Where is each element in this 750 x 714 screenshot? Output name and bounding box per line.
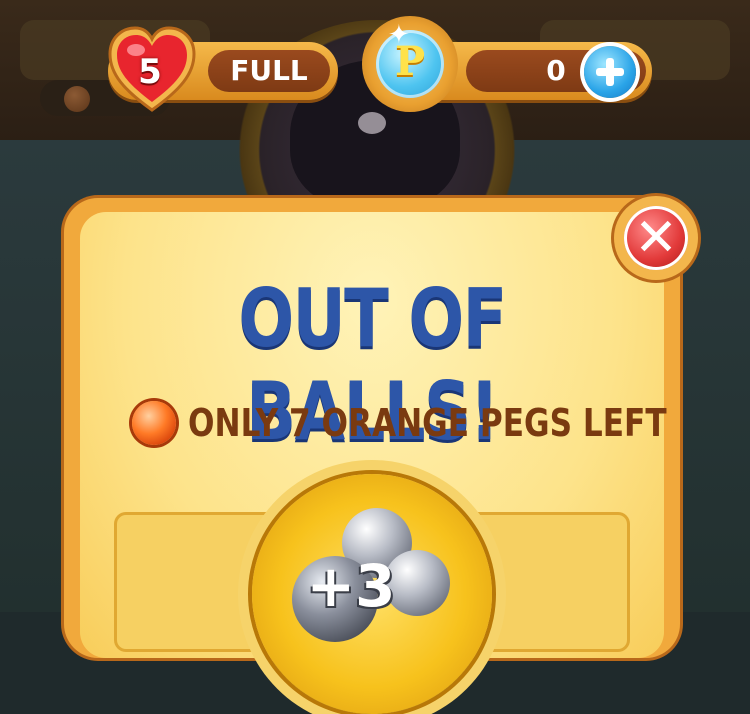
plus-icon-vertical [606, 58, 614, 86]
p-coin-icon: P ✦ [362, 16, 458, 112]
pegs-left-text: ONLY 7 ORANGE PEGS LEFT [188, 401, 667, 445]
coin-face: P [376, 30, 444, 98]
dialog-panel: OUT OF BALLS! ONLY 7 ORANGE PEGS LEFT +3 [80, 212, 667, 714]
lives-count: 5 [138, 52, 162, 92]
extra-balls-offer[interactable]: +3 [252, 474, 492, 714]
out-of-balls-dialog: OUT OF BALLS! ONLY 7 ORANGE PEGS LEFT +3 [64, 198, 680, 714]
add-currency-button[interactable] [584, 46, 636, 98]
offer-amount: +3 [306, 552, 396, 620]
close-button[interactable]: ✕ [614, 196, 698, 280]
skull-icon [358, 112, 386, 134]
heart-icon: 5 [104, 24, 200, 118]
coin-letter: P [394, 38, 426, 85]
close-icon: ✕ [624, 206, 688, 270]
orb-icon [64, 86, 90, 112]
lives-status: FULL [208, 50, 330, 92]
close-x-glyph: ✕ [634, 208, 678, 268]
sparkle-icon: ✦ [388, 20, 410, 50]
orange-peg-icon [132, 401, 176, 445]
pegs-left-row: ONLY 7 ORANGE PEGS LEFT [132, 398, 750, 448]
